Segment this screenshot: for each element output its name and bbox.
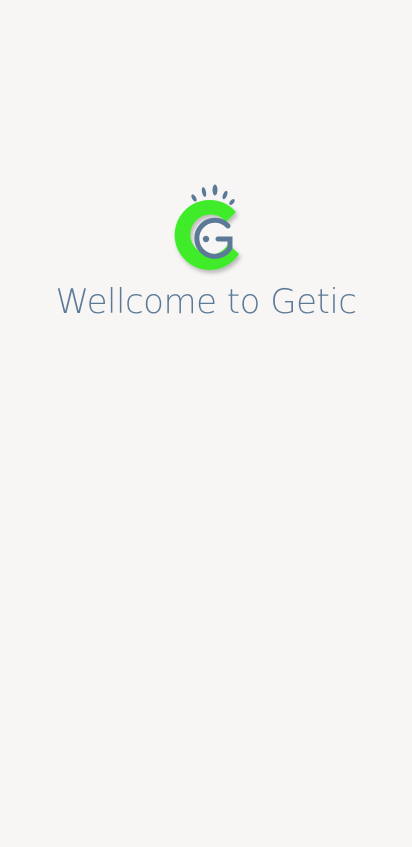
getic-g-logo-icon	[166, 182, 248, 278]
splash-screen: Wellcome to Getic	[0, 0, 412, 847]
welcome-title: Wellcome to Getic	[55, 282, 357, 322]
